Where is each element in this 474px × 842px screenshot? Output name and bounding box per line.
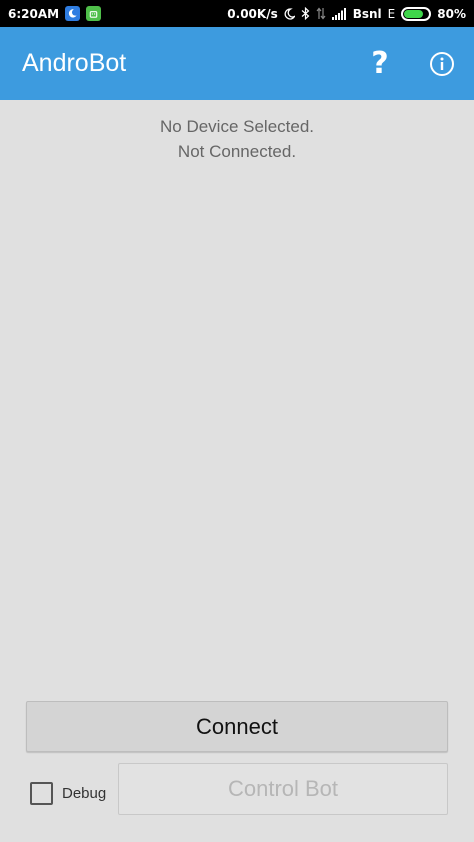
app-bar: AndroBot ?	[0, 27, 474, 100]
help-icon: ?	[371, 45, 389, 81]
status-bar-right: 0.00K/s Bsnl E 80%	[227, 6, 466, 21]
carrier-name: Bsnl	[352, 6, 382, 21]
data-arrows-icon	[316, 7, 326, 20]
moon-icon	[284, 7, 295, 20]
clock: 6:20AM	[8, 6, 60, 21]
debug-checkbox[interactable]	[30, 781, 53, 805]
control-bot-button[interactable]: Control Bot	[118, 763, 448, 815]
battery-icon	[401, 6, 432, 21]
signal-icon	[331, 7, 347, 20]
android-app-icon	[86, 6, 102, 21]
bluetooth-icon	[301, 7, 310, 20]
debug-label: Debug	[62, 784, 107, 802]
app-title: AndroBot	[22, 49, 127, 77]
status-bar: 6:20AM 0.00K/s Bsnl E 80%	[0, 0, 474, 27]
connection-status-text: Not Connected.	[177, 142, 297, 161]
info-icon	[430, 52, 454, 76]
status-bar-left: 6:20AM	[8, 6, 102, 21]
network-type: E	[387, 6, 396, 21]
debug-toggle[interactable]: Debug	[30, 780, 106, 806]
info-button[interactable]	[427, 49, 457, 79]
moon-app-icon	[65, 6, 81, 21]
device-status-text: No Device Selected.	[159, 117, 315, 136]
connect-button[interactable]: Connect	[26, 701, 448, 752]
battery-level	[404, 9, 424, 18]
battery-percent: 80%	[437, 6, 466, 21]
help-button[interactable]: ?	[364, 43, 396, 83]
network-speed: 0.00K/s	[227, 6, 278, 21]
connection-status-panel: No Device Selected. Not Connected.	[0, 114, 474, 164]
